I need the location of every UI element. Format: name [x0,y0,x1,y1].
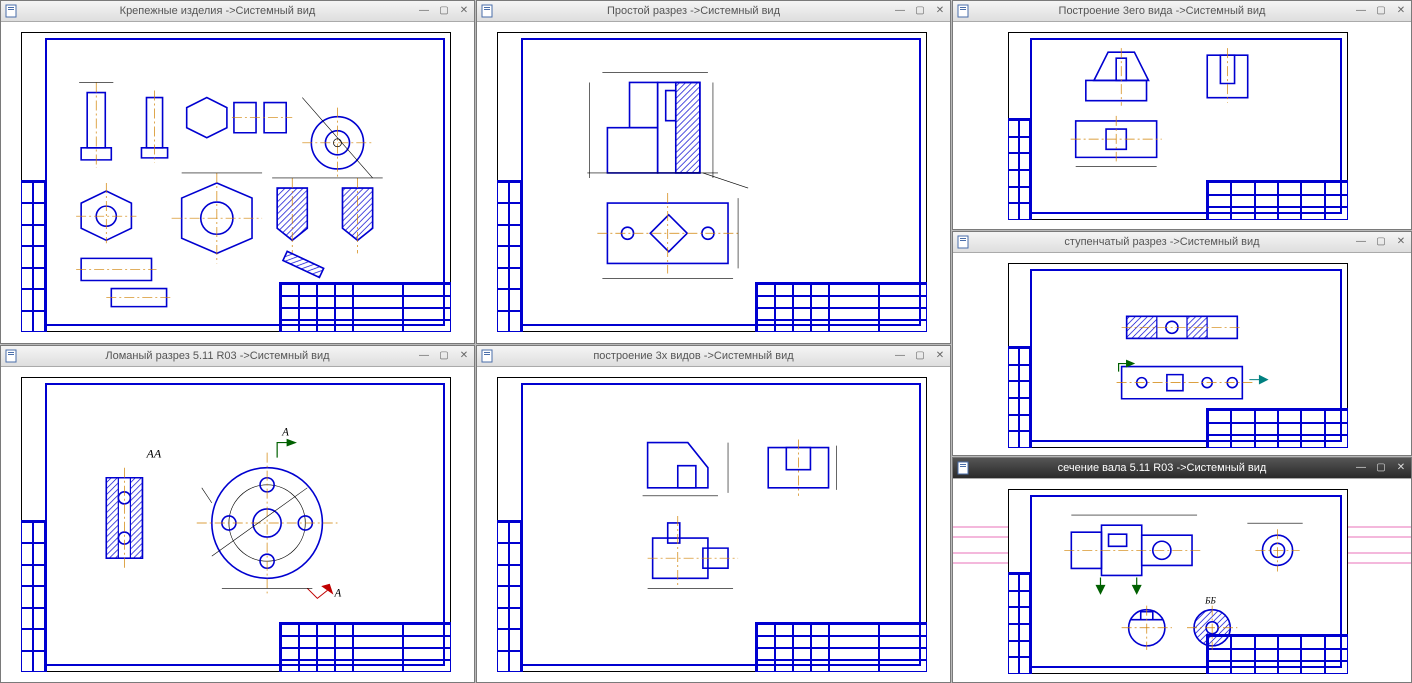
window-broken-section[interactable]: Ломаный разрез 5.11 R03 ->Системный вид … [0,345,475,683]
titlebar[interactable]: сечение вала 5.11 R03 ->Системный вид — … [953,458,1411,479]
document-icon [481,349,495,363]
titlebar[interactable]: ступенчатый разрез ->Системный вид — ▢ ✕ [953,232,1411,253]
document-icon [481,4,495,18]
minimize-button[interactable]: — [1355,462,1367,474]
third-view-drawing [1034,40,1340,212]
minimize-button[interactable]: — [894,350,906,362]
titlebar[interactable]: построение 3х видов ->Системный вид — ▢ … [477,346,950,367]
maximize-button[interactable]: ▢ [438,350,450,362]
cad-mdi-workspace: Крепежные изделия ->Системный вид — ▢ ✕ [0,0,1412,683]
minimize-button[interactable]: — [1355,5,1367,17]
document-icon [957,235,971,249]
titlebar[interactable]: Построение 3его вида ->Системный вид — ▢… [953,1,1411,22]
label-a-bot: А [333,587,341,599]
label-aa: АА [145,447,161,461]
window-title: построение 3х видов ->Системный вид [501,350,886,362]
maximize-button[interactable]: ▢ [438,5,450,17]
drawing-canvas[interactable] [953,253,1411,455]
label-bb: ББ [1204,596,1216,606]
three-views-drawing [527,387,919,664]
drawing-canvas[interactable] [477,367,950,682]
close-button[interactable]: ✕ [934,350,946,362]
broken-section-drawing: АА [51,387,443,664]
maximize-button[interactable]: ▢ [914,350,926,362]
document-icon [957,461,971,475]
window-title: Крепежные изделия ->Системный вид [25,5,410,17]
window-title: Построение 3его вида ->Системный вид [977,5,1347,17]
minimize-button[interactable]: — [418,5,430,17]
window-simple-section[interactable]: Простой разрез ->Системный вид — ▢ ✕ [476,0,951,344]
window-title: Простой разрез ->Системный вид [501,5,886,17]
close-button[interactable]: ✕ [1395,236,1407,248]
maximize-button[interactable]: ▢ [1375,5,1387,17]
close-button[interactable]: ✕ [934,5,946,17]
window-three-views[interactable]: построение 3х видов ->Системный вид — ▢ … [476,345,951,683]
stepped-section-drawing [1034,271,1340,440]
window-third-view[interactable]: Построение 3его вида ->Системный вид — ▢… [952,0,1412,230]
drawing-canvas[interactable] [953,22,1411,229]
drawing-canvas[interactable]: АА [1,367,474,682]
document-icon [957,4,971,18]
maximize-button[interactable]: ▢ [914,5,926,17]
label-a-top: А [281,427,289,439]
window-title: ступенчатый разрез ->Системный вид [977,236,1347,248]
window-title: Ломаный разрез 5.11 R03 ->Системный вид [25,350,410,362]
maximize-button[interactable]: ▢ [1375,236,1387,248]
window-title: сечение вала 5.11 R03 ->Системный вид [977,462,1347,474]
document-icon [5,4,19,18]
close-button[interactable]: ✕ [1395,5,1407,17]
titlebar[interactable]: Ломаный разрез 5.11 R03 ->Системный вид … [1,346,474,367]
minimize-button[interactable]: — [894,5,906,17]
close-button[interactable]: ✕ [458,350,470,362]
window-fasteners[interactable]: Крепежные изделия ->Системный вид — ▢ ✕ [0,0,475,344]
drawing-canvas[interactable] [477,22,950,343]
document-icon [5,349,19,363]
titlebar[interactable]: Простой разрез ->Системный вид — ▢ ✕ [477,1,950,22]
window-shaft-section[interactable]: сечение вала 5.11 R03 ->Системный вид — … [952,457,1412,683]
maximize-button[interactable]: ▢ [1375,462,1387,474]
shaft-section-drawing: ББ [1034,497,1340,666]
close-button[interactable]: ✕ [1395,462,1407,474]
drawing-canvas[interactable]: ББ [953,479,1411,682]
fasteners-drawing [51,42,443,324]
simple-section-drawing [527,42,919,324]
drawing-canvas[interactable] [1,22,474,343]
titlebar[interactable]: Крепежные изделия ->Системный вид — ▢ ✕ [1,1,474,22]
close-button[interactable]: ✕ [458,5,470,17]
window-stepped-section[interactable]: ступенчатый разрез ->Системный вид — ▢ ✕ [952,231,1412,456]
minimize-button[interactable]: — [1355,236,1367,248]
minimize-button[interactable]: — [418,350,430,362]
